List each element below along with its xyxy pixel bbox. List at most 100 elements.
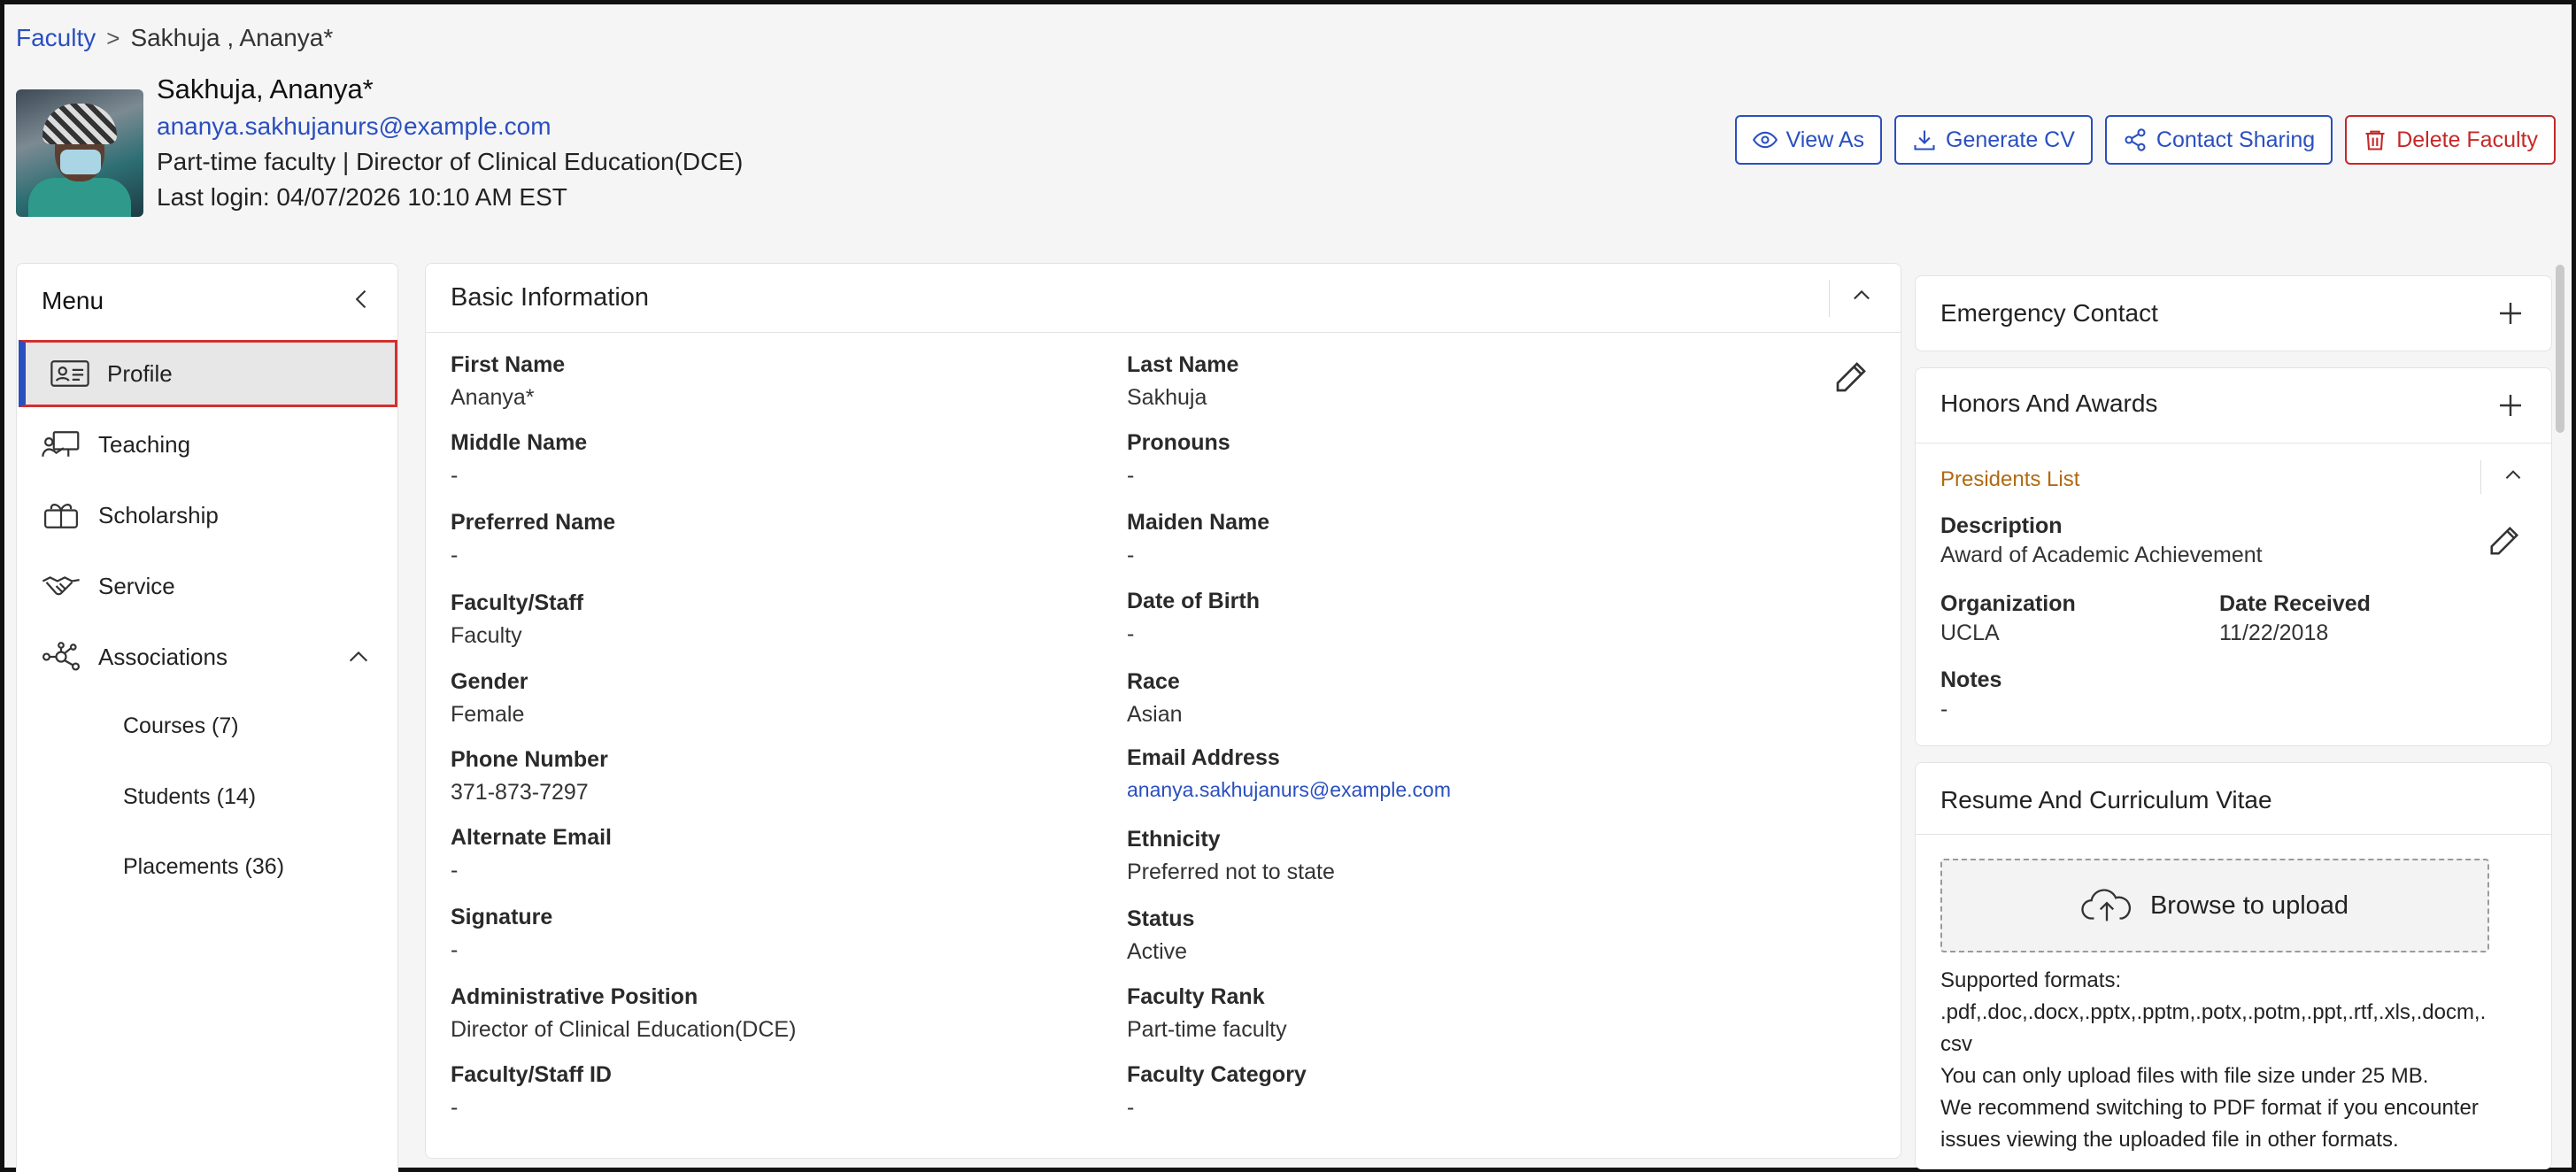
resume-cv-card: Resume And Curriculum Vitae Browse to up… bbox=[1915, 762, 2552, 1169]
breadcrumb-separator: > bbox=[106, 24, 120, 51]
field-label: Ethnicity bbox=[1127, 827, 1221, 852]
card-header: Basic Information bbox=[426, 264, 1901, 333]
field-label: Administrative Position bbox=[451, 984, 698, 1009]
formats-line-3: csv bbox=[1940, 1032, 1972, 1056]
view-as-label: View As bbox=[1785, 127, 1864, 152]
field-value: - bbox=[1127, 463, 1135, 488]
chevron-left-icon[interactable] bbox=[350, 287, 374, 312]
chevron-up-icon[interactable] bbox=[1849, 283, 1874, 308]
field-label: Status bbox=[1127, 906, 1195, 931]
field-value: Part-time faculty bbox=[1127, 1017, 1287, 1042]
field-value: Award of Academic Achievement bbox=[1940, 543, 2263, 567]
field-faculty-category: Faculty Category - bbox=[1127, 1062, 1307, 1121]
field-faculty-staff: Faculty/Staff Faculty bbox=[451, 590, 583, 649]
plus-icon[interactable] bbox=[2496, 391, 2525, 420]
formats-line-1: Supported formats: bbox=[1940, 968, 2122, 992]
field-value: Preferred not to state bbox=[1127, 860, 1335, 884]
field-label: Organization bbox=[1940, 591, 2076, 616]
plus-icon[interactable] bbox=[2496, 299, 2525, 328]
sidebar-item-label: Profile bbox=[107, 359, 173, 387]
field-label: Signature bbox=[451, 905, 553, 929]
field-label: Alternate Email bbox=[451, 825, 613, 850]
field-label: Description bbox=[1940, 513, 2063, 538]
sidebar-item-label: Teaching bbox=[98, 430, 191, 458]
field-label: Race bbox=[1127, 669, 1180, 694]
field-pronouns: Pronouns - bbox=[1127, 430, 1230, 489]
breadcrumb-faculty-link[interactable]: Faculty bbox=[16, 24, 96, 52]
sidebar-item-service[interactable]: Service bbox=[17, 552, 397, 620]
field-ethnicity: Ethnicity Preferred not to state bbox=[1127, 827, 1335, 885]
pencil-edit-icon[interactable] bbox=[2487, 524, 2521, 558]
view-as-button[interactable]: View As bbox=[1734, 115, 1882, 165]
delete-faculty-button[interactable]: Delete Faculty bbox=[2345, 115, 2556, 165]
field-faculty-staff-id: Faculty/Staff ID - bbox=[451, 1062, 612, 1121]
teacher-board-icon bbox=[42, 431, 80, 457]
field-last-name: Last Name Sakhuja bbox=[1127, 352, 1238, 411]
award-organization: Organization UCLA bbox=[1940, 591, 2076, 646]
field-value: - bbox=[451, 1095, 459, 1120]
email-address-link[interactable]: ananya.sakhujanurs@example.com bbox=[1127, 778, 1451, 802]
avatar bbox=[16, 89, 143, 217]
honors-awards-title: Honors And Awards bbox=[1940, 389, 2158, 417]
download-icon bbox=[1914, 130, 1935, 150]
app-window: Faculty > Sakhuja , Ananya* Sakhuja, Ana… bbox=[0, 0, 2576, 1172]
gift-award-icon bbox=[44, 504, 78, 528]
field-label: Last Name bbox=[1127, 352, 1239, 377]
sidebar-subitem-courses[interactable]: Courses (7) bbox=[123, 713, 239, 739]
field-label: First Name bbox=[451, 352, 566, 377]
field-label: Pronouns bbox=[1127, 430, 1230, 455]
sidebar-menu: Menu Profile Teaching Scholarship Servic… bbox=[16, 263, 398, 1172]
size-note: You can only upload files with file size… bbox=[1940, 1064, 2429, 1088]
field-status: Status Active bbox=[1127, 906, 1194, 965]
share-icon bbox=[2125, 128, 2146, 151]
sidebar-item-associations[interactable]: Associations bbox=[17, 623, 397, 690]
sidebar-item-label: Scholarship bbox=[98, 501, 219, 528]
field-value: Active bbox=[1127, 939, 1188, 964]
field-maiden-name: Maiden Name - bbox=[1127, 510, 1269, 568]
contact-sharing-button[interactable]: Contact Sharing bbox=[2104, 115, 2333, 165]
field-value: Asian bbox=[1127, 702, 1183, 727]
chevron-up-icon[interactable] bbox=[2502, 464, 2525, 487]
card-title: Basic Information bbox=[451, 283, 650, 312]
browse-to-upload-dropzone[interactable]: Browse to upload bbox=[1940, 859, 2489, 952]
header-actions: View As Generate CV Contact Sharing Dele… bbox=[1734, 115, 2556, 165]
generate-cv-button[interactable]: Generate CV bbox=[1894, 115, 2093, 165]
breadcrumb: Faculty > Sakhuja , Ananya* bbox=[16, 24, 333, 52]
field-value: Sakhuja bbox=[1127, 385, 1207, 410]
field-value: - bbox=[1127, 621, 1135, 646]
pencil-edit-icon[interactable] bbox=[1833, 359, 1869, 395]
field-value: - bbox=[1940, 697, 1948, 721]
sidebar-item-label: Service bbox=[98, 572, 175, 599]
field-faculty-rank: Faculty Rank Part-time faculty bbox=[1127, 984, 1287, 1043]
award-description: Description Award of Academic Achievemen… bbox=[1940, 513, 2263, 568]
field-label: Faculty/Staff ID bbox=[451, 1062, 612, 1087]
sidebar-item-profile[interactable]: Profile bbox=[19, 340, 397, 407]
field-date-of-birth: Date of Birth - bbox=[1127, 589, 1260, 647]
profile-email-link[interactable]: ananya.sakhujanurs@example.com bbox=[157, 112, 551, 141]
cloud-upload-icon bbox=[2081, 889, 2132, 921]
field-value: - bbox=[451, 463, 459, 488]
sidebar-item-teaching[interactable]: Teaching bbox=[17, 411, 397, 478]
eye-icon bbox=[1752, 131, 1778, 149]
scrollbar-thumb[interactable] bbox=[2556, 265, 2564, 433]
field-label: Middle Name bbox=[451, 430, 588, 455]
formats-line-2: .pdf,.doc,.docx,.pptx,.pptm,.potx,.potm,… bbox=[1940, 1000, 2487, 1024]
chevron-up-icon[interactable] bbox=[346, 644, 371, 669]
basic-information-card: Basic Information First Name Ananya* Las… bbox=[425, 263, 1901, 1159]
sidebar-subitem-placements[interactable]: Placements (36) bbox=[123, 854, 284, 880]
field-first-name: First Name Ananya* bbox=[451, 352, 565, 411]
field-signature: Signature - bbox=[451, 905, 552, 963]
field-value: 371-873-7297 bbox=[451, 780, 589, 805]
breadcrumb-current: Sakhuja , Ananya* bbox=[130, 24, 334, 51]
field-value: 11/22/2018 bbox=[2219, 621, 2329, 645]
field-label: Email Address bbox=[1127, 745, 1280, 770]
sidebar-subitem-students[interactable]: Students (14) bbox=[123, 784, 256, 810]
field-label: Faculty Rank bbox=[1127, 984, 1265, 1009]
field-middle-name: Middle Name - bbox=[451, 430, 587, 489]
sidebar-item-scholarship[interactable]: Scholarship bbox=[17, 482, 397, 549]
field-value: UCLA bbox=[1940, 621, 2000, 645]
field-label: Phone Number bbox=[451, 747, 608, 772]
handshake-icon bbox=[42, 576, 80, 596]
delete-faculty-label: Delete Faculty bbox=[2396, 127, 2538, 152]
field-phone-number: Phone Number 371-873-7297 bbox=[451, 747, 608, 806]
